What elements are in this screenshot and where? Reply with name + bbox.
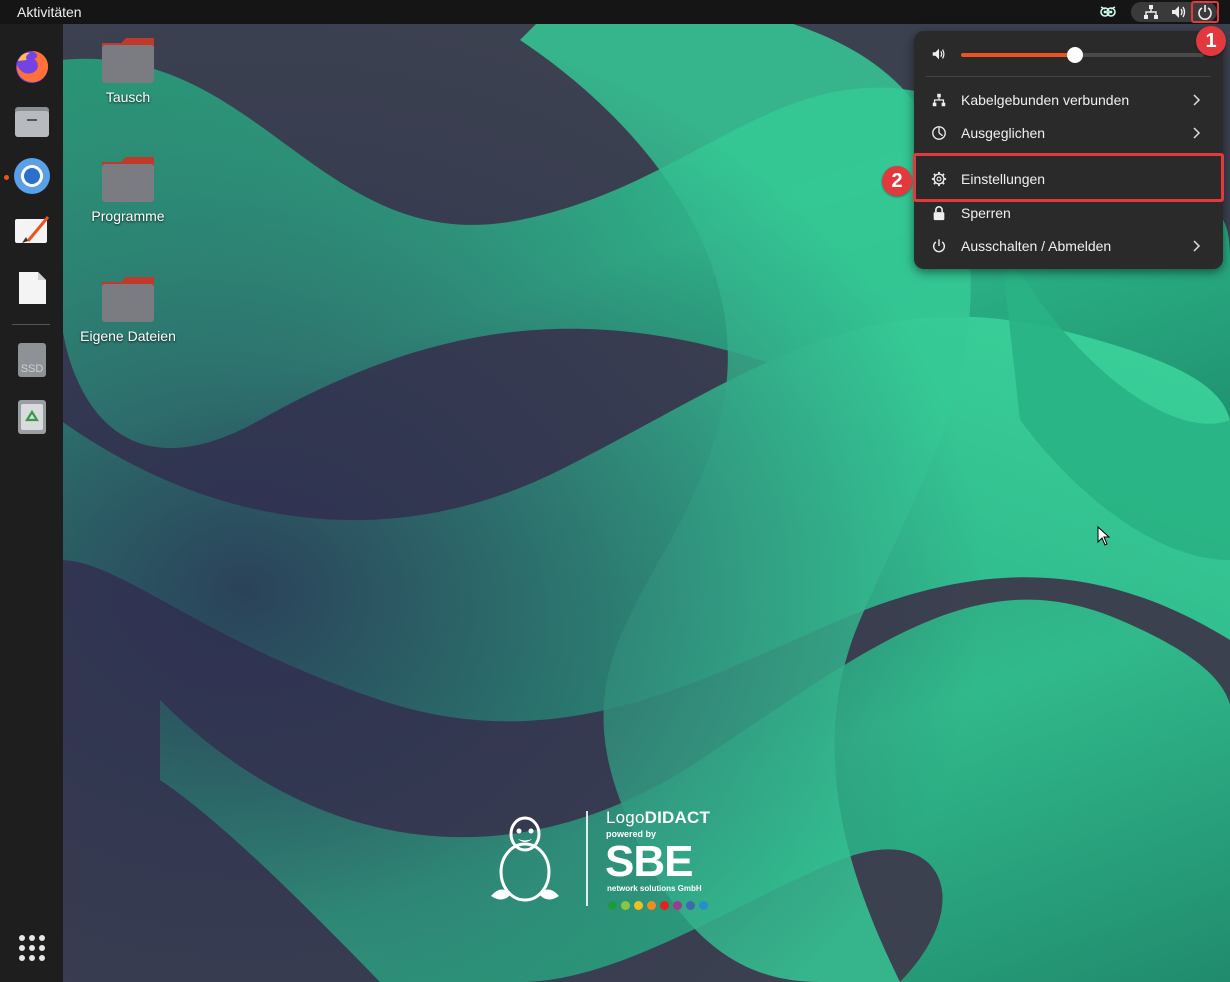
menu-item-wired-network[interactable]: Kabelgebunden verbunden	[914, 84, 1223, 116]
lock-icon	[933, 206, 945, 221]
desktop-icon-label: Tausch	[105, 89, 151, 105]
logo-color-dot	[634, 901, 643, 910]
logo-color-dot	[660, 901, 669, 910]
dock-chromium[interactable]	[12, 156, 52, 196]
volume-icon	[932, 48, 945, 60]
logo-color-dot	[621, 901, 630, 910]
logodidact-owl-icon[interactable]	[1099, 3, 1117, 21]
volume-slider-fill	[961, 53, 1076, 57]
menu-item-label: Kabelgebunden verbunden	[961, 92, 1130, 108]
firefox-icon	[16, 51, 49, 83]
mouse-pointer-icon	[1097, 526, 1111, 546]
logo-color-dot	[686, 901, 695, 910]
text-editor-icon	[19, 272, 46, 304]
menu-item-label: Ausgeglichen	[961, 125, 1046, 141]
sbe-wordmark: SBE	[605, 837, 693, 886]
logo-color-dot	[673, 901, 682, 910]
logodidact-sbe-logo: LogoDIDACT powered by SBE network soluti…	[485, 808, 745, 910]
system-menu: Kabelgebunden verbunden Ausgeglichen Ein…	[914, 31, 1223, 269]
menu-item-power-off-logout[interactable]: Ausschalten / Abmelden	[914, 230, 1223, 262]
chevron-right-icon	[1193, 94, 1201, 106]
chevron-right-icon	[1193, 127, 1201, 139]
power-profile-icon	[932, 126, 946, 140]
files-icon	[15, 107, 49, 137]
brand-light: Logo	[606, 808, 645, 827]
dock-files[interactable]	[12, 101, 52, 141]
logo-color-dot	[647, 901, 656, 910]
wired-network-icon	[932, 93, 946, 107]
dock-show-apps[interactable]	[12, 928, 52, 968]
app-grid-icon	[19, 935, 45, 961]
dock-separator	[12, 324, 50, 325]
dock-text-editor[interactable]	[12, 268, 52, 308]
menu-item-label: Sperren	[961, 205, 1011, 221]
dock-trash[interactable]	[12, 396, 52, 436]
chromium-icon	[14, 158, 50, 194]
step-badge-2: 2	[882, 166, 912, 196]
ssd-drive-icon: SSD	[18, 343, 46, 377]
trash-icon	[18, 400, 46, 434]
step-badge-1: 1	[1196, 26, 1226, 56]
top-bar: Aktivitäten	[0, 0, 1230, 24]
volume-slider[interactable]	[961, 47, 1204, 63]
folder-icon	[102, 38, 154, 83]
logo-divider	[586, 811, 588, 906]
folder-icon	[102, 277, 154, 322]
desktop-background: Aktivitäten 1 SSD Tausch Programme Eigen…	[0, 0, 1230, 982]
logo-color-dot	[699, 901, 708, 910]
dock-firefox[interactable]	[12, 46, 52, 86]
dock-ssd-drive[interactable]: SSD	[12, 340, 52, 380]
chevron-right-icon	[1193, 240, 1201, 252]
dock: SSD	[0, 24, 63, 982]
desktop-folder-programme[interactable]: Programme	[73, 154, 183, 224]
volume-icon[interactable]	[1170, 3, 1188, 21]
folder-icon	[102, 157, 154, 202]
dock-whiteboard[interactable]	[12, 211, 52, 251]
logo-color-dots	[608, 897, 712, 915]
activities-button[interactable]: Aktivitäten	[17, 4, 82, 20]
tux-penguin-icon	[491, 816, 559, 902]
menu-item-label: Ausschalten / Abmelden	[961, 238, 1112, 254]
logo-color-dot	[608, 901, 617, 910]
whiteboard-icon	[15, 216, 50, 243]
network-wired-icon[interactable]	[1142, 3, 1160, 21]
desktop-folder-eigene-dateien[interactable]: Eigene Dateien	[73, 274, 183, 344]
sbe-subtitle: network solutions GmbH	[607, 884, 702, 893]
menu-separator	[926, 76, 1211, 77]
volume-slider-handle[interactable]	[1067, 47, 1084, 63]
logodidact-wordmark: LogoDIDACT	[606, 808, 710, 828]
menu-item-power-profile[interactable]: Ausgeglichen	[914, 117, 1223, 149]
power-icon	[933, 239, 945, 253]
running-indicator	[4, 175, 9, 180]
desktop-icon-label: Eigene Dateien	[80, 328, 176, 344]
power-button-highlight	[1191, 1, 1219, 23]
ssd-label: SSD	[21, 363, 44, 375]
desktop-folder-tausch[interactable]: Tausch	[73, 35, 183, 105]
settings-highlight	[913, 153, 1224, 202]
brand-bold: DIDACT	[644, 808, 711, 827]
desktop-icon-label: Programme	[91, 208, 165, 224]
